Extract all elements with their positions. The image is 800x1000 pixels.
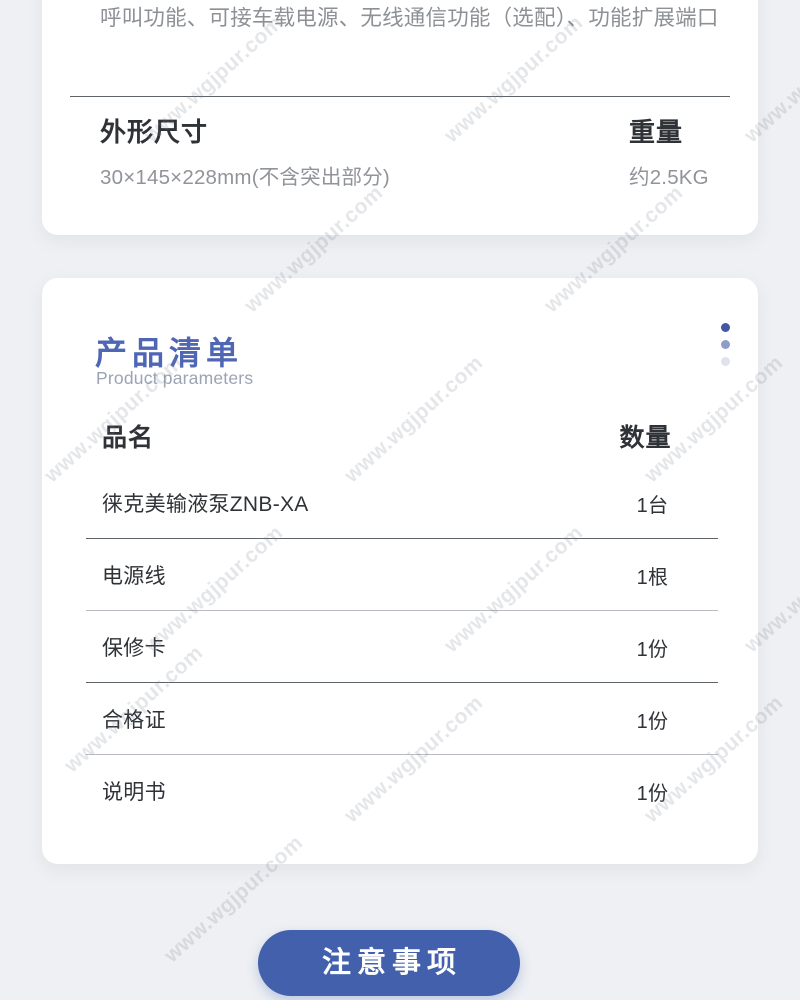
product-list-table: 品名 数量 徕克美输液泵ZNB-XA 1台 电源线 1根 保修卡 1份 合格证 … [74,405,726,827]
row-name: 说明书 [102,781,166,804]
dot-icon-2 [721,340,730,349]
row-name: 徕克美输液泵ZNB-XA [102,493,309,516]
column-header-quantity: 数量 [619,424,672,452]
row-name: 保修卡 [102,637,166,660]
dimensions-label: 外形尺寸 [100,117,209,147]
row-quantity: 1份 [636,710,669,733]
table-header-row: 品名 数量 [74,405,726,467]
product-list-title: 产品清单 [95,334,244,371]
row-quantity: 1根 [636,566,669,589]
feature-description-text: 呼叫功能、可接车载电源、无线通信功能（选配）、功能扩展端口 [100,6,719,30]
table-row: 说明书 1份 [74,755,726,827]
row-name: 电源线 [102,565,166,588]
weight-label: 重量 [629,117,684,147]
weight-value: 约2.5KG [629,166,709,189]
product-list-card: 产品清单 Product parameters 品名 数量 徕克美输液泵ZNB-… [42,278,758,864]
dimensions-value: 30×145×228mm(不含突出部分) [100,166,390,189]
notice-button[interactable]: 注意事项 [258,930,520,996]
specifications-card: 呼叫功能、可接车载电源、无线通信功能（选配）、功能扩展端口 外形尺寸 30×14… [42,0,758,235]
specs-row: 外形尺寸 30×145×228mm(不含突出部分) 重量 约2.5KG [100,116,730,216]
row-name: 合格证 [102,709,166,732]
specs-divider [70,96,730,97]
table-row: 保修卡 1份 [74,611,726,683]
notice-button-label: 注意事项 [321,947,462,979]
decorative-dots [721,323,730,366]
weight-field: 重量 约2.5KG [629,116,709,190]
dimensions-field: 外形尺寸 30×145×228mm(不含突出部分) [100,116,390,190]
product-detail-page: 呼叫功能、可接车载电源、无线通信功能（选配）、功能扩展端口 外形尺寸 30×14… [0,0,800,1000]
table-row: 合格证 1份 [74,683,726,755]
table-row: 电源线 1根 [74,539,726,611]
table-row: 徕克美输液泵ZNB-XA 1台 [74,467,726,539]
row-quantity: 1台 [636,494,669,517]
column-header-name: 品名 [102,424,155,452]
product-list-subtitle: Product parameters [96,368,254,388]
dot-icon-3 [721,357,730,366]
dot-icon-1 [721,323,730,332]
row-quantity: 1份 [636,638,669,661]
row-quantity: 1份 [636,782,669,805]
